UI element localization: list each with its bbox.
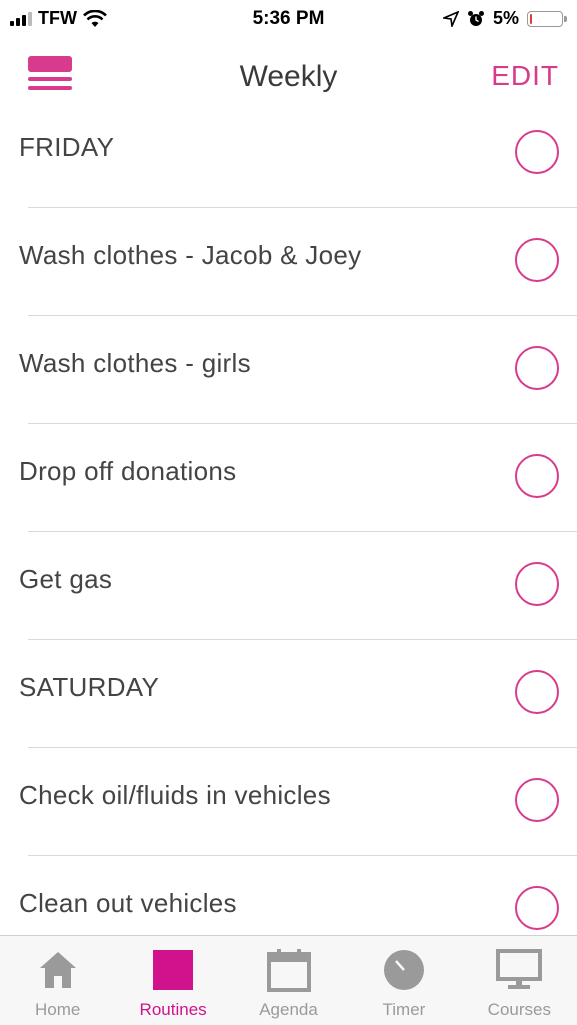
location-icon: [442, 10, 459, 27]
status-right: 5%: [442, 8, 567, 29]
tab-bar: Home Routines Agenda Timer Courses: [0, 935, 577, 1025]
battery-percent: 5%: [492, 8, 519, 28]
list-item[interactable]: Get gas: [0, 532, 577, 640]
list-item[interactable]: Clean out vehicles: [0, 856, 577, 935]
checkbox-circle[interactable]: [515, 886, 559, 930]
routine-list[interactable]: FRIDAY Wash clothes - Jacob & Joey Wash cl…: [0, 100, 577, 935]
routine-label: SATURDAY: [19, 672, 160, 702]
list-item[interactable]: SATURDAY: [0, 640, 577, 748]
routine-label: Clean out vehicles: [19, 888, 237, 918]
checkbox-circle[interactable]: [515, 562, 559, 606]
battery-icon: [527, 10, 567, 27]
tab-courses-label: Courses: [487, 1000, 551, 1019]
routine-label: Drop off donations: [19, 456, 237, 486]
tab-home-label: Home: [35, 1000, 81, 1019]
timer-icon: [383, 950, 424, 990]
edit-button[interactable]: EDIT: [491, 60, 559, 92]
checkbox-circle[interactable]: [515, 670, 559, 714]
list-item[interactable]: Wash clothes - Jacob & Joey: [0, 208, 577, 316]
checkbox-circle[interactable]: [515, 238, 559, 282]
list-item[interactable]: Check oil/fluids in vehicles: [0, 748, 577, 856]
home-icon: [39, 952, 76, 988]
tab-routines[interactable]: Routines: [115, 936, 230, 1025]
checkbox-circle[interactable]: [515, 346, 559, 390]
battery-fill: [530, 13, 532, 24]
alarm-icon: [467, 10, 484, 26]
list-item[interactable]: Wash clothes - girls: [0, 316, 577, 424]
tab-agenda[interactable]: Agenda: [231, 936, 346, 1025]
routine-label: Get gas: [19, 564, 113, 594]
checkbox-circle[interactable]: [515, 130, 559, 174]
routine-label: Wash clothes - Jacob & Joey: [19, 240, 362, 270]
tab-routines-label: Routines: [139, 1000, 207, 1019]
list-item[interactable]: Drop off donations: [0, 424, 577, 532]
routine-label: Check oil/fluids in vehicles: [19, 780, 331, 810]
routine-label: Wash clothes - girls: [19, 348, 251, 378]
list-item[interactable]: FRIDAY: [0, 100, 577, 208]
routine-label: FRIDAY: [19, 132, 115, 162]
status-bar: TFW 5:36 PM 5%: [0, 0, 577, 40]
tab-timer[interactable]: Timer: [346, 936, 461, 1025]
tab-courses[interactable]: Courses: [462, 936, 577, 1025]
tab-timer-label: Timer: [382, 1000, 426, 1019]
checkbox-circle[interactable]: [515, 454, 559, 498]
monitor-icon: [496, 949, 543, 989]
routines-icon: [153, 950, 194, 990]
checkbox-circle[interactable]: [515, 778, 559, 822]
tab-home[interactable]: Home: [0, 936, 115, 1025]
calendar-icon: [266, 949, 311, 992]
tab-agenda-label: Agenda: [259, 1000, 318, 1019]
